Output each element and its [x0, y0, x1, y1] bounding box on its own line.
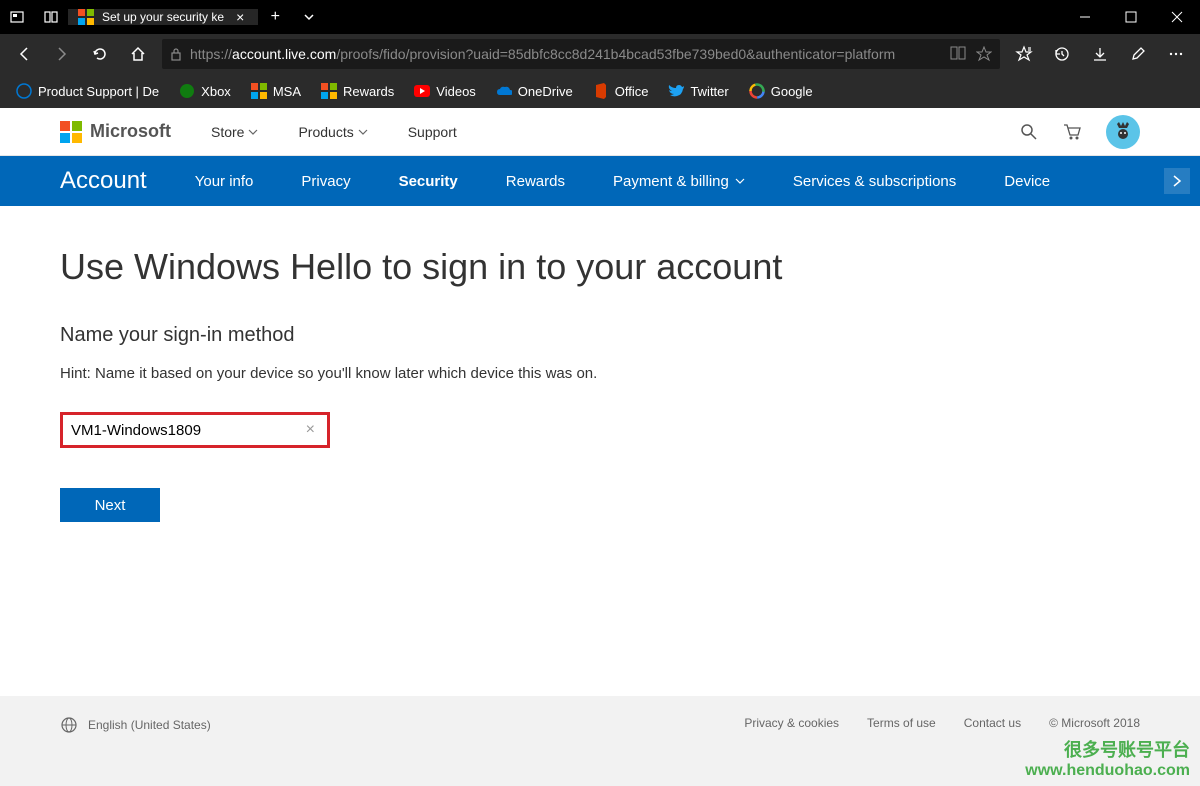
favorites-button[interactable] — [1006, 36, 1042, 72]
xbox-icon — [179, 83, 195, 99]
hint-text: Hint: Name it based on your device so yo… — [60, 365, 1140, 382]
header-right — [1020, 115, 1140, 149]
url-actions — [950, 46, 992, 62]
next-button[interactable]: Next — [60, 488, 160, 522]
bookmark-xbox[interactable]: Xbox — [171, 79, 239, 103]
bookmark-msa[interactable]: MSA — [243, 79, 309, 103]
nav-rewards[interactable]: Rewards — [506, 173, 565, 190]
bookmark-twitter[interactable]: Twitter — [660, 79, 736, 103]
page-title: Use Windows Hello to sign in to your acc… — [60, 246, 1140, 288]
page-footer: English (United States) Privacy & cookie… — [0, 696, 1200, 786]
footer-copyright: © Microsoft 2018 — [1049, 716, 1140, 730]
section-title: Name your sign-in method — [60, 324, 1140, 347]
dell-icon — [16, 83, 32, 99]
page-header: Microsoft Store Products Support — [0, 108, 1200, 156]
nav-products[interactable]: Products — [298, 124, 367, 140]
globe-icon — [60, 716, 78, 734]
input-clear-icon[interactable]: × — [302, 421, 319, 439]
nav-store[interactable]: Store — [211, 124, 258, 140]
nav-privacy[interactable]: Privacy — [301, 173, 350, 190]
tab-title: Set up your security ke — [102, 10, 224, 24]
nav-services[interactable]: Services & subscriptions — [793, 173, 956, 190]
microsoft-logo[interactable]: Microsoft — [60, 121, 171, 143]
bookmark-google[interactable]: Google — [741, 79, 821, 103]
refresh-button[interactable] — [82, 36, 118, 72]
tab-favicon-icon — [78, 9, 94, 25]
footer-terms[interactable]: Terms of use — [867, 716, 936, 730]
footer-links: Privacy & cookies Terms of use Contact u… — [744, 716, 1140, 730]
downloads-button[interactable] — [1082, 36, 1118, 72]
history-button[interactable] — [1044, 36, 1080, 72]
search-icon[interactable] — [1020, 123, 1038, 141]
home-button[interactable] — [120, 36, 156, 72]
signin-name-input-wrap: × — [60, 412, 330, 448]
bookmark-dell[interactable]: Product Support | De — [8, 79, 167, 103]
onedrive-icon — [496, 83, 512, 99]
google-icon — [749, 83, 765, 99]
nav-devices[interactable]: Device — [1004, 173, 1050, 190]
bookmarks-bar: Product Support | De Xbox MSA Rewards Vi… — [0, 74, 1200, 108]
ms-icon — [321, 83, 337, 99]
footer-locale[interactable]: English (United States) — [60, 716, 211, 734]
bookmark-videos[interactable]: Videos — [406, 79, 484, 103]
twitter-icon — [668, 83, 684, 99]
titlebar-left: Set up your security ke × + — [0, 0, 326, 34]
main-content: Use Windows Hello to sign in to your acc… — [0, 206, 1200, 562]
user-avatar[interactable] — [1106, 115, 1140, 149]
bookmark-office[interactable]: Office — [585, 79, 657, 103]
tab-actions-icon[interactable] — [292, 10, 326, 24]
nav-security[interactable]: Security — [399, 173, 458, 190]
window-titlebar: Set up your security ke × + — [0, 0, 1200, 34]
url-input[interactable]: https://account.live.com/proofs/fido/pro… — [162, 39, 1000, 69]
watermark: 很多号账号平台 www.henduohao.com — [1025, 736, 1190, 780]
header-nav: Store Products Support — [211, 124, 457, 140]
account-nav: Account Your info Privacy Security Rewar… — [0, 156, 1200, 206]
close-window-button[interactable] — [1154, 0, 1200, 34]
more-button[interactable] — [1158, 36, 1194, 72]
address-bar: https://account.live.com/proofs/fido/pro… — [0, 34, 1200, 74]
nav-payment[interactable]: Payment & billing — [613, 173, 745, 190]
footer-contact[interactable]: Contact us — [964, 716, 1021, 730]
microsoft-brand-text: Microsoft — [90, 121, 171, 142]
titlebar-spacer — [326, 0, 1062, 34]
window-controls — [1062, 0, 1200, 34]
nav-support[interactable]: Support — [408, 124, 457, 140]
app-icon-2[interactable] — [34, 10, 68, 24]
url-text: https://account.live.com/proofs/fido/pro… — [190, 46, 942, 62]
new-tab-button[interactable]: + — [258, 8, 292, 26]
maximize-button[interactable] — [1108, 0, 1154, 34]
nav-your-info[interactable]: Your info — [195, 173, 254, 190]
youtube-icon — [414, 83, 430, 99]
ms-icon — [251, 83, 267, 99]
browser-tab[interactable]: Set up your security ke × — [68, 9, 258, 25]
tab-close-icon[interactable]: × — [232, 9, 248, 25]
lock-icon — [170, 47, 182, 61]
app-icon-1[interactable] — [0, 10, 34, 24]
footer-privacy[interactable]: Privacy & cookies — [744, 716, 839, 730]
signin-name-input[interactable] — [71, 422, 302, 439]
ms-logo-icon — [60, 121, 82, 143]
favorite-star-icon[interactable] — [976, 46, 992, 62]
minimize-button[interactable] — [1062, 0, 1108, 34]
forward-button[interactable] — [44, 36, 80, 72]
bookmark-onedrive[interactable]: OneDrive — [488, 79, 581, 103]
office-icon — [593, 83, 609, 99]
back-button[interactable] — [6, 36, 42, 72]
bookmark-rewards[interactable]: Rewards — [313, 79, 402, 103]
cart-icon[interactable] — [1062, 123, 1082, 141]
account-brand[interactable]: Account — [60, 167, 147, 195]
notes-button[interactable] — [1120, 36, 1156, 72]
nav-scroll-right[interactable] — [1164, 168, 1190, 194]
reading-view-icon[interactable] — [950, 46, 966, 62]
